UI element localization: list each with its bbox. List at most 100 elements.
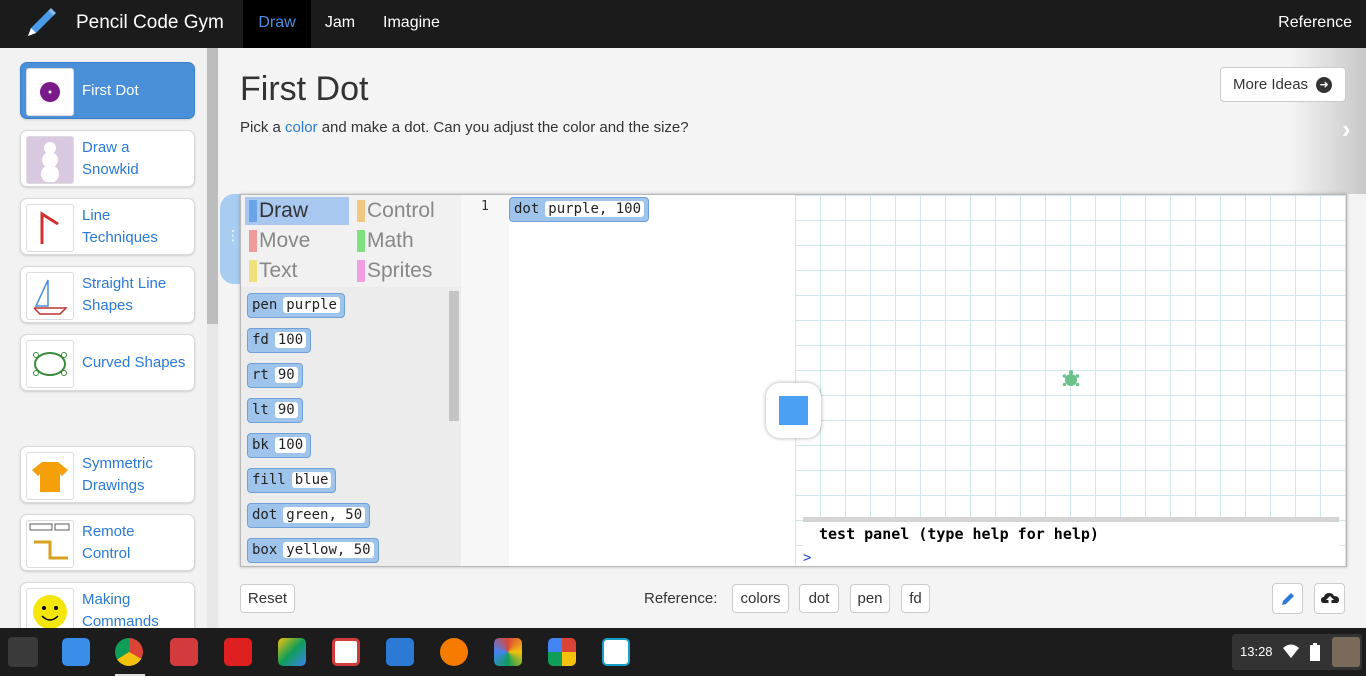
block-bk[interactable]: bk 100	[247, 433, 312, 458]
sidebar-item-label-line2: Control	[82, 545, 131, 562]
making-commands-thumbnail	[26, 588, 74, 628]
music-app-icon[interactable]	[440, 638, 468, 666]
block-box[interactable]: box yellow, 50	[247, 538, 379, 563]
category-draw[interactable]: Draw	[245, 197, 349, 225]
system-tray[interactable]: 13:28	[1232, 634, 1362, 670]
palette-scrollbar[interactable]	[449, 291, 459, 421]
sidebar-item-label: Making	[82, 591, 131, 608]
category-label: Sprites	[367, 259, 433, 282]
photos-app-icon[interactable]	[548, 638, 576, 666]
remote-control-icon	[29, 523, 70, 560]
sidebar-item-first-dot[interactable]: First Dot	[20, 62, 195, 119]
sidebar-item-straight-line-shapes[interactable]: Straight Line Shapes	[20, 266, 195, 323]
block-rt[interactable]: rt 90	[247, 363, 303, 388]
block-arg[interactable]: blue	[291, 472, 332, 488]
sailboat-icon	[33, 279, 68, 315]
category-color-bar	[357, 200, 365, 222]
straight-line-shapes-thumbnail	[26, 272, 74, 320]
sidebar-item-remote-control[interactable]: Remote Control	[20, 514, 195, 571]
block-arg[interactable]: 100	[274, 332, 307, 348]
more-ideas-label: More Ideas	[1233, 76, 1309, 93]
edit-button[interactable]	[1272, 583, 1303, 614]
tab-imagine[interactable]: Imagine	[369, 0, 454, 48]
block-fd[interactable]: fd 100	[247, 328, 312, 353]
ref-pen-button[interactable]: pen	[850, 584, 890, 613]
category-sprites[interactable]: Sprites	[353, 257, 457, 285]
sidebar-scrollbar-thumb[interactable]	[207, 48, 218, 324]
sidebar-item-label-line2: Snowkid	[82, 161, 139, 178]
web-store-app-icon[interactable]	[170, 638, 198, 666]
avatar[interactable]	[1332, 637, 1360, 667]
block-arg[interactable]: 100	[274, 437, 307, 453]
sidebar-item-label: Curved Shapes	[82, 354, 186, 371]
block-cmd: lt	[252, 402, 269, 418]
chrome-remote-app-icon[interactable]	[494, 638, 522, 666]
inbox-app-icon[interactable]	[386, 638, 414, 666]
code-editor: Draw Control Move Math Text Sprites pen p…	[240, 194, 1347, 567]
more-ideas-button[interactable]: More Ideas ➜	[1220, 67, 1346, 102]
sidebar-item-label-line2: Shapes	[82, 297, 133, 314]
upload-button[interactable]	[1314, 583, 1345, 614]
youtube-app-icon[interactable]	[224, 638, 252, 666]
first-dot-thumbnail	[26, 68, 74, 116]
block-arg[interactable]: yellow, 50	[283, 542, 374, 558]
block-cmd: rt	[252, 367, 269, 383]
battery-icon	[1310, 643, 1320, 661]
block-cmd: dot	[514, 201, 540, 217]
pencil-icon[interactable]	[22, 6, 58, 42]
reset-button[interactable]: Reset	[240, 584, 295, 613]
test-panel-prompt[interactable]: >	[803, 550, 811, 566]
nav-reference-link[interactable]: Reference	[1278, 0, 1352, 46]
sidebar-item-label: Symmetric	[82, 455, 153, 472]
run-button[interactable]	[766, 383, 821, 438]
category-color-bar	[357, 260, 365, 282]
drive-app-icon[interactable]	[278, 638, 306, 666]
block-lt[interactable]: lt 90	[247, 398, 303, 423]
category-label: Draw	[259, 199, 309, 222]
chevron-right-icon[interactable]: ›	[1342, 114, 1351, 145]
ref-colors-button[interactable]: colors	[732, 584, 789, 613]
sidebar-item-curved-shapes[interactable]: Curved Shapes	[20, 334, 195, 391]
app-launcher-icon[interactable]	[8, 637, 38, 667]
block-arg[interactable]: green, 50	[283, 507, 366, 523]
chrome-app-icon[interactable]	[115, 638, 143, 666]
files-app-icon[interactable]	[62, 638, 90, 666]
sidebar-item-line-techniques[interactable]: Line Techniques	[20, 198, 195, 255]
snowman-icon	[41, 142, 59, 182]
tab-jam[interactable]: Jam	[311, 0, 369, 48]
sidebar-item-label: Straight Line	[82, 275, 167, 292]
pencil-icon	[1281, 592, 1294, 605]
block-fill[interactable]: fill blue	[247, 468, 337, 493]
tab-draw[interactable]: Draw	[243, 0, 311, 48]
desc-text: Pick a	[240, 119, 286, 136]
category-label: Text	[259, 259, 298, 282]
lesson-description: Pick a color and make a dot. Can you adj…	[240, 119, 689, 136]
line-number: 1	[481, 199, 489, 214]
sidebar-item-making-commands[interactable]: Making Commands	[20, 582, 195, 628]
blocks-toggle-icon[interactable]: ⋮	[226, 227, 240, 244]
block-arg[interactable]: 90	[274, 367, 298, 383]
ref-fd-button[interactable]: fd	[901, 584, 930, 613]
code-workspace[interactable]	[509, 195, 795, 566]
color-link[interactable]: color	[285, 119, 318, 136]
category-math[interactable]: Math	[353, 227, 457, 255]
category-text[interactable]: Text	[245, 257, 349, 285]
category-control[interactable]: Control	[353, 197, 457, 225]
category-color-bar	[249, 260, 257, 282]
sidebar-item-draw-a-snowkid[interactable]: Draw a Snowkid	[20, 130, 195, 187]
block-pen[interactable]: pen purple	[247, 293, 345, 318]
block-arg[interactable]: purple	[283, 297, 340, 313]
sidebar-item-label: Remote	[82, 523, 135, 540]
block-arg[interactable]: purple, 100	[545, 201, 645, 217]
block-arg[interactable]: 90	[274, 402, 298, 418]
code-block-dot[interactable]: dot purple, 100	[509, 197, 650, 222]
ref-dot-button[interactable]: dot	[799, 584, 839, 613]
camera-app-icon[interactable]	[602, 638, 630, 666]
block-dot[interactable]: dot green, 50	[247, 503, 371, 528]
category-move[interactable]: Move	[245, 227, 349, 255]
test-panel[interactable]: test panel (type help for help) >	[803, 517, 1339, 566]
brand-title[interactable]: Pencil Code Gym	[76, 12, 224, 34]
wifi-icon	[1283, 644, 1299, 658]
gmail-app-icon[interactable]	[332, 638, 360, 666]
sidebar-item-symmetric-drawings[interactable]: Symmetric Drawings	[20, 446, 195, 503]
